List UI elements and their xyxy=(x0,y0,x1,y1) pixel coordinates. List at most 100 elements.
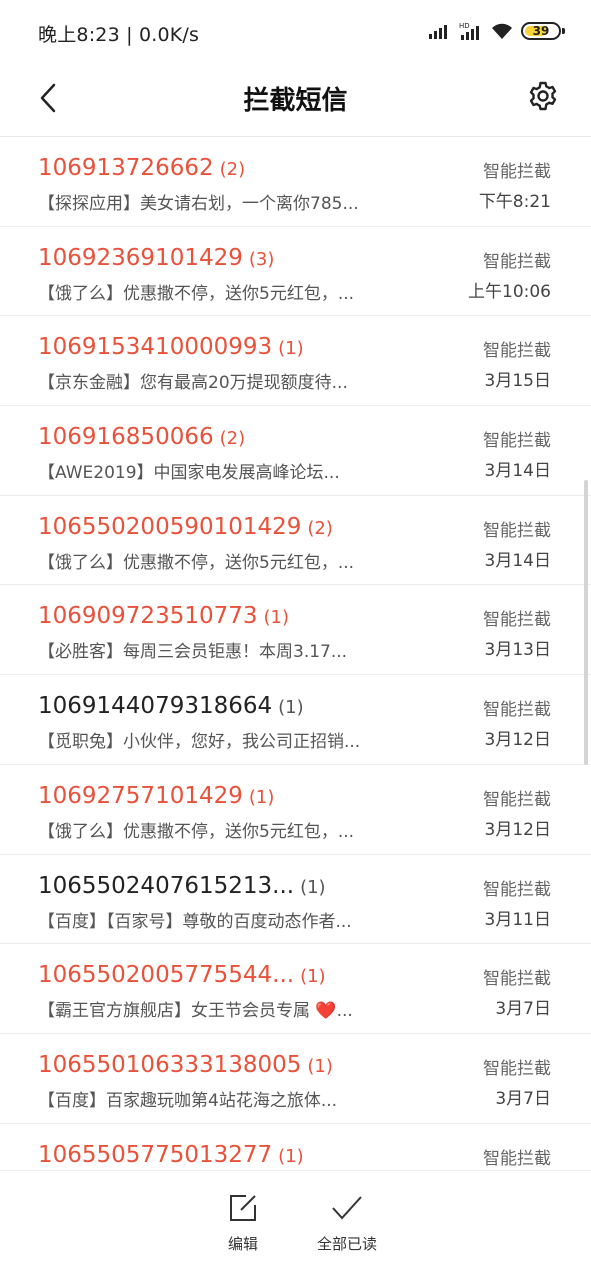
message-preview: 【觅职兔】小伙伴，您好，我公司正招销... xyxy=(38,732,361,753)
status-time-speed: 晚上8:23 | 0.0K/s xyxy=(38,24,200,46)
edit-label: 编辑 xyxy=(227,1235,258,1253)
message-sender: 10692757101429 (1) xyxy=(38,783,274,809)
intercept-tag: 智能拦截 xyxy=(483,969,551,990)
message-sender: 106913726662 (2) xyxy=(38,155,245,181)
message-preview: 【饿了么】优惠撒不停，送你5元红包，... xyxy=(38,821,355,842)
message-row[interactable]: 10692369101429 (3) 【饿了么】优惠撒不停，送你5元红包，... 智能… xyxy=(0,227,591,317)
battery-level: 39 xyxy=(532,24,550,38)
sender-number: 106550106333138005 xyxy=(38,1051,302,1078)
read-all-label: 全部已读 xyxy=(316,1235,377,1253)
sender-number: 1065505775013277 xyxy=(38,1141,273,1168)
message-time: 下午8:21 xyxy=(478,192,551,212)
edit-button[interactable]: 编辑 xyxy=(198,1193,288,1254)
message-count: (1) xyxy=(300,876,326,898)
message-count: (1) xyxy=(278,338,304,360)
message-preview: 【必胜客】每周三会员钜惠！本周3.17... xyxy=(38,642,348,663)
message-row[interactable]: 106913726662 (2) 【探探应用】美女请右划，一个离你785... 智能拦… xyxy=(0,137,591,227)
message-sender: 106550200590101429 (2) xyxy=(38,514,333,540)
battery-icon: 39 xyxy=(521,22,565,40)
message-count: (1) xyxy=(263,607,290,629)
message-preview: 【AWE2019】中国家电发展高峰论坛... xyxy=(38,463,340,484)
message-time: 3月15日 xyxy=(484,371,551,392)
message-preview: 【饿了么】优惠撒不停，送你5元红包，... xyxy=(38,283,355,304)
message-time: 3月7日 xyxy=(495,999,551,1020)
signal-icon xyxy=(429,25,447,39)
message-row[interactable]: 1065502407615213... (1) 【百度】【百家号】尊敬的百度动态作者… xyxy=(0,855,591,945)
message-preview: 【霸王官方旗舰店】女王节会员专属 ❤️... xyxy=(38,1001,353,1022)
svg-text:HD: HD xyxy=(459,22,470,30)
message-row[interactable]: 106550106333138005 (1) 【百度】百家趣玩咖第4站花海之旅体..… xyxy=(0,1034,591,1124)
message-count: (2) xyxy=(307,517,333,539)
intercept-tag: 智能拦截 xyxy=(483,162,551,182)
message-count: (2) xyxy=(219,428,246,450)
hd-signal-icon: HD xyxy=(459,22,479,40)
message-sender: 1069144079318664 (1) xyxy=(38,693,304,719)
message-sender: 106909723510773 (1) xyxy=(38,603,289,629)
message-count: (1) xyxy=(278,1145,304,1167)
intercept-tag: 智能拦截 xyxy=(483,610,551,631)
message-sender: 1065502407615213... (1) xyxy=(38,873,326,899)
sender-number: 1069153410000993 xyxy=(38,334,273,361)
sender-number: 10692369101429 xyxy=(38,244,243,271)
message-preview: 【京东金融】您有最高20万提现额度待... xyxy=(38,373,348,394)
intercept-tag: 智能拦截 xyxy=(483,251,551,272)
message-preview: 【百度】百家趣玩咖第4站花海之旅体... xyxy=(38,1090,338,1111)
bottom-bar: 编辑 全部已读 xyxy=(0,1170,591,1280)
read-all-button[interactable]: 全部已读 xyxy=(302,1193,392,1254)
sender-number: 1065502407615213... xyxy=(38,872,295,899)
intercept-tag: 智能拦截 xyxy=(483,520,551,541)
message-sender: 106916850066 (2) xyxy=(38,424,245,450)
message-time: 3月14日 xyxy=(484,550,551,571)
sender-number: 106550200590101429 xyxy=(38,513,302,540)
intercept-tag: 智能拦截 xyxy=(483,789,551,810)
message-row[interactable]: 1065505775013277 (1) 智能拦截 xyxy=(0,1124,591,1170)
message-sender: 1065502005775544... (1) xyxy=(38,962,326,988)
message-time: 上午10:06 xyxy=(468,281,551,302)
edit-icon xyxy=(230,1195,256,1221)
message-preview: 【饿了么】优惠撒不停，送你5元红包，... xyxy=(38,552,355,573)
title-bar: 拦截短信 xyxy=(0,62,591,136)
intercept-tag: 智能拦截 xyxy=(483,879,551,900)
sender-number: 10692757101429 xyxy=(38,782,243,809)
settings-button[interactable] xyxy=(523,76,563,116)
status-icons: HD 39 xyxy=(429,18,565,44)
page-title: 拦截短信 xyxy=(243,86,348,116)
message-row[interactable]: 106916850066 (2) 【AWE2019】中国家电发展高峰论坛... 智能拦… xyxy=(0,406,591,496)
message-sender: 1065505775013277 (1) xyxy=(38,1142,304,1168)
message-time: 3月14日 xyxy=(484,461,551,482)
wifi-icon xyxy=(492,23,512,39)
intercept-tag: 智能拦截 xyxy=(483,341,551,362)
message-time: 3月12日 xyxy=(484,730,551,751)
message-count: (1) xyxy=(300,966,326,988)
checkmark-icon xyxy=(332,1196,362,1220)
message-row[interactable]: 1069153410000993 (1) 【京东金融】您有最高20万提现额度待...… xyxy=(0,316,591,407)
intercept-tag: 智能拦截 xyxy=(483,431,551,452)
message-time: 3月13日 xyxy=(484,640,551,661)
message-row[interactable]: 10692757101429 (1) 【饿了么】优惠撒不停，送你5元红包，... 智能… xyxy=(0,765,591,855)
message-count: (3) xyxy=(248,248,275,270)
message-time: 3月11日 xyxy=(484,909,551,930)
sender-number: 106909723510773 xyxy=(38,603,258,630)
sender-number: 1065502005775544... xyxy=(38,962,295,989)
message-sender: 106550106333138005 (1) xyxy=(38,1052,333,1078)
message-list[interactable]: 106913726662 (2) 【探探应用】美女请右划，一个离你785... 智能拦… xyxy=(0,137,591,1170)
status-bar: 晚上8:23 | 0.0K/s HD 39 xyxy=(0,0,591,62)
message-sender: 1069153410000993 (1) xyxy=(38,334,304,360)
message-preview: 【探探应用】美女请右划，一个离你785... xyxy=(38,194,359,214)
sender-number: 106913726662 xyxy=(38,155,214,181)
message-time: 3月12日 xyxy=(484,819,551,840)
intercept-tag: 智能拦截 xyxy=(483,1148,551,1169)
message-sender: 10692369101429 (3) xyxy=(38,245,274,271)
message-count: (1) xyxy=(278,697,304,719)
message-row[interactable]: 106909723510773 (1) 【必胜客】每周三会员钜惠！本周3.17...… xyxy=(0,585,591,676)
intercept-tag: 智能拦截 xyxy=(483,1058,551,1079)
scrollbar[interactable] xyxy=(584,480,588,765)
intercept-tag: 智能拦截 xyxy=(483,700,551,721)
message-time: 3月7日 xyxy=(495,1088,551,1109)
message-count: (2) xyxy=(219,159,246,180)
sender-number: 1069144079318664 xyxy=(38,693,273,720)
message-row[interactable]: 106550200590101429 (2) 【饿了么】优惠撒不停，送你5元红包，.… xyxy=(0,496,591,586)
message-preview: 【百度】【百家号】尊敬的百度动态作者... xyxy=(38,911,352,932)
message-row[interactable]: 1069144079318664 (1) 【觅职兔】小伙伴，您好，我公司正招销...… xyxy=(0,675,591,765)
message-row[interactable]: 1065502005775544... (1) 【霸王官方旗舰店】女王节会员专属 ❤… xyxy=(0,944,591,1034)
